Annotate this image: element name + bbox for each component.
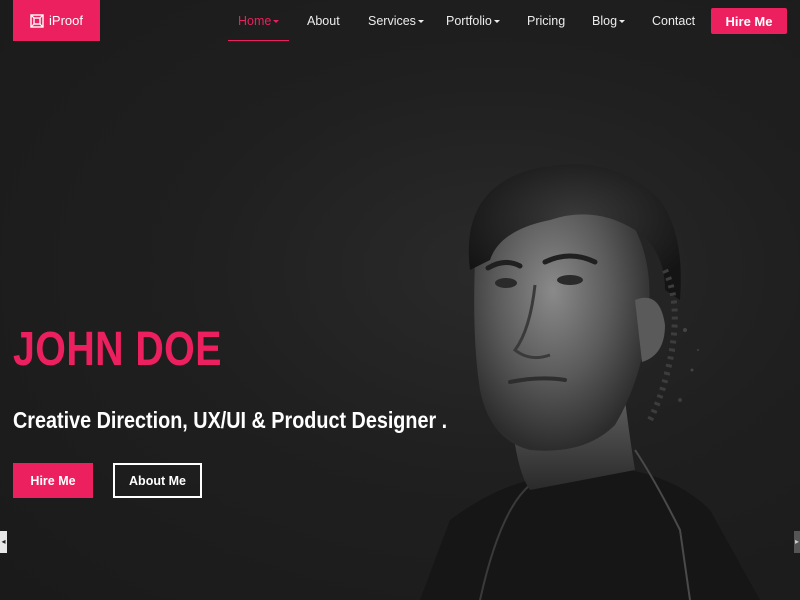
chevron-right-icon: ▸ [794, 537, 799, 546]
nav-item-portfolio[interactable]: Portfolio [446, 0, 500, 41]
nav-item-label: Blog [592, 13, 618, 28]
chevron-down-icon [493, 20, 500, 23]
chevron-down-icon [417, 20, 424, 23]
brand-logo[interactable]: iProof [13, 0, 100, 41]
nav-item-label: Contact [652, 13, 696, 28]
slider-prev-button[interactable]: ◂ [0, 531, 7, 553]
brand-name: iProof [49, 13, 83, 28]
nav-item-pricing[interactable]: Pricing [527, 0, 565, 41]
nav-item-label: Home [238, 13, 272, 28]
slider-next-button[interactable]: ▸ [794, 531, 800, 553]
nav-item-label: Pricing [527, 13, 566, 28]
nav-item-label: Services [368, 13, 416, 28]
nav-item-services[interactable]: Services [368, 0, 424, 41]
chevron-down-icon [619, 20, 626, 23]
hire-me-button[interactable]: Hire Me [13, 463, 93, 498]
portrait-image [420, 164, 760, 600]
chevron-down-icon [273, 20, 280, 23]
chevron-left-icon: ◂ [1, 537, 6, 546]
nav-item-blog[interactable]: Blog [592, 0, 626, 41]
hero-title: JOHN DOE [13, 323, 222, 376]
nav-item-label: About [307, 13, 340, 28]
nav-item-about[interactable]: About [307, 0, 340, 41]
about-me-button[interactable]: About Me [113, 463, 202, 498]
hero-subtitle: Creative Direction, UX/UI & Product Desi… [13, 407, 448, 433]
logo-mark-icon [30, 13, 44, 28]
nav-item-contact[interactable]: Contact [652, 0, 695, 41]
hero-page: iProof Home About Services Portfolio Pri… [0, 0, 800, 600]
hire-me-nav-button[interactable]: Hire Me [711, 8, 787, 34]
nav-item-home[interactable]: Home [227, 0, 290, 41]
nav-item-label: Portfolio [446, 13, 492, 28]
